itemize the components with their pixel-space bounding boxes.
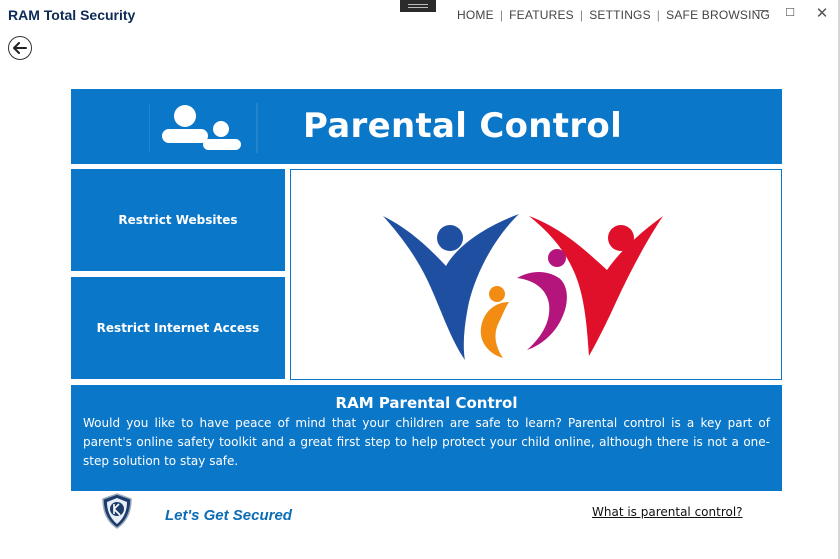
restrict-internet-access-button[interactable]: Restrict Internet Access — [71, 277, 285, 379]
info-title: RAM Parental Control — [335, 394, 518, 412]
title-bar: RAM Total Security HOME | FEATURES | SET… — [0, 0, 840, 30]
page-title: Parental Control — [303, 106, 623, 146]
back-button[interactable] — [8, 36, 32, 60]
nav-separator: | — [656, 8, 661, 22]
maximize-button[interactable]: ☐ — [780, 6, 800, 19]
info-description: Would you like to have peace of mind tha… — [83, 416, 770, 468]
users-icon — [149, 103, 258, 153]
minimize-button[interactable]: — — [752, 2, 772, 17]
tagline: Let's Get Secured — [165, 507, 292, 524]
restrict-internet-access-label: Restrict Internet Access — [96, 321, 260, 335]
restrict-websites-button[interactable]: Restrict Websites — [71, 169, 285, 271]
info-panel: RAM Parental Control Would you like to h… — [71, 385, 782, 491]
shield-logo-icon — [102, 493, 132, 529]
family-figures-image — [383, 214, 663, 360]
nav-separator: | — [499, 8, 504, 22]
window-drag-handle[interactable] — [400, 0, 436, 12]
what-is-parental-control-link[interactable]: What is parental control? — [592, 505, 743, 519]
nav-separator: | — [579, 8, 584, 22]
family-illustration-panel — [290, 169, 782, 380]
close-button[interactable]: ✕ — [812, 4, 832, 22]
nav-settings[interactable]: SETTINGS — [589, 8, 651, 22]
nav-home[interactable]: HOME — [457, 8, 494, 22]
page-header-banner: Parental Control — [71, 89, 782, 164]
restrict-websites-label: Restrict Websites — [118, 213, 238, 227]
app-title: RAM Total Security — [8, 7, 136, 23]
top-navigation: HOME | FEATURES | SETTINGS | SAFE BROWSI… — [457, 8, 770, 22]
arrow-left-icon — [13, 42, 27, 54]
nav-features[interactable]: FEATURES — [509, 8, 574, 22]
